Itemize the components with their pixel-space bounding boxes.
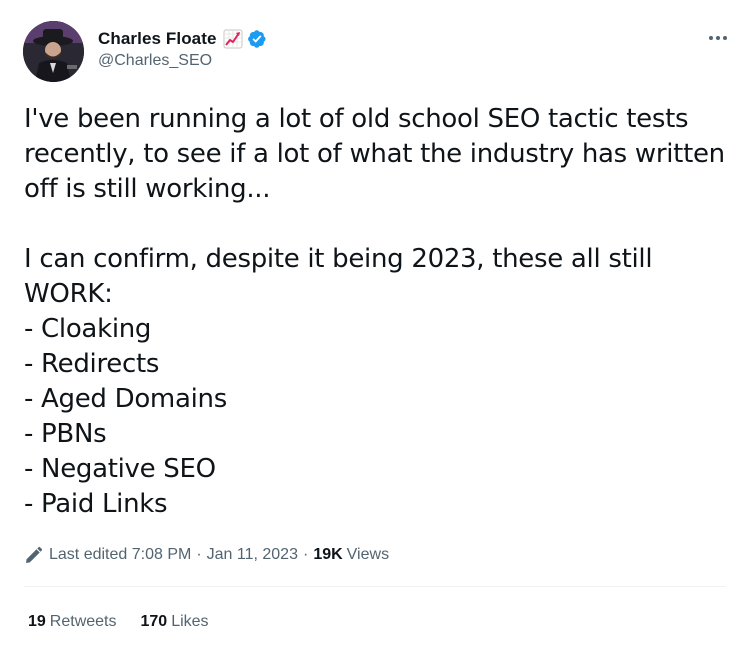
more-dot-icon xyxy=(709,36,713,40)
divider xyxy=(24,586,726,587)
tweet-line: I can confirm, despite it being 2023, th… xyxy=(24,244,653,274)
retweets-stat-link[interactable]: 19 Retweets xyxy=(28,613,117,631)
tweet-paragraph: I can confirm, despite it being 2023, th… xyxy=(24,242,724,522)
likes-count: 170 xyxy=(140,613,168,630)
tweet-line: WORK: xyxy=(24,279,113,309)
tweet-text: I've been running a lot of old school SE… xyxy=(24,102,725,522)
author-info: Charles Floate @Charles_SEO xyxy=(98,28,267,70)
pencil-icon xyxy=(24,546,43,565)
tweet-list-item: - Paid Links xyxy=(24,489,168,519)
verified-icon xyxy=(247,29,267,49)
tweet-line: recently, to see if a lot of what the in… xyxy=(24,139,725,169)
tweet-list-item: - PBNs xyxy=(24,419,107,449)
likes-label: Likes xyxy=(171,613,209,630)
author-name-row: Charles Floate xyxy=(98,28,267,50)
meta-separator: · xyxy=(196,546,202,563)
meta-separator: · xyxy=(302,546,309,563)
tweet-list-item: - Cloaking xyxy=(24,314,152,344)
tweet-list-item: - Aged Domains xyxy=(24,384,227,414)
tweet-detail: Charles Floate @Charles_SEO I've been ru… xyxy=(0,0,750,653)
avatar-image xyxy=(23,21,84,82)
likes-stat-link[interactable]: 170 Likes xyxy=(141,613,209,631)
edited-link[interactable]: Last edited 7:08 PM xyxy=(49,546,191,564)
engagement-stats: 19 Retweets 170 Likes xyxy=(28,610,209,634)
retweets-count: 19 xyxy=(28,613,46,630)
more-dot-icon xyxy=(716,36,720,40)
chart-increasing-icon xyxy=(223,29,243,49)
more-options-button[interactable] xyxy=(706,28,730,48)
tweet-line: off is still working... xyxy=(24,174,271,204)
author-handle[interactable]: @Charles_SEO xyxy=(98,52,267,70)
tweet-list-item: - Negative SEO xyxy=(24,454,216,484)
author-display-name[interactable]: Charles Floate xyxy=(98,29,217,49)
tweet-meta: Last edited 7:08 PM · Jan 11, 2023 · 19K… xyxy=(24,543,389,567)
tweet-paragraph: I've been running a lot of old school SE… xyxy=(24,102,725,207)
retweets-label: Retweets xyxy=(49,613,117,630)
more-dot-icon xyxy=(723,36,727,40)
views-label: Views xyxy=(346,546,390,563)
avatar[interactable] xyxy=(23,21,84,82)
tweet-date-link[interactable]: Jan 11, 2023 xyxy=(207,546,298,564)
tweet-line: I've been running a lot of old school SE… xyxy=(24,104,689,134)
tweet-list-item: - Redirects xyxy=(24,349,160,379)
views-count: 19K xyxy=(313,546,343,563)
